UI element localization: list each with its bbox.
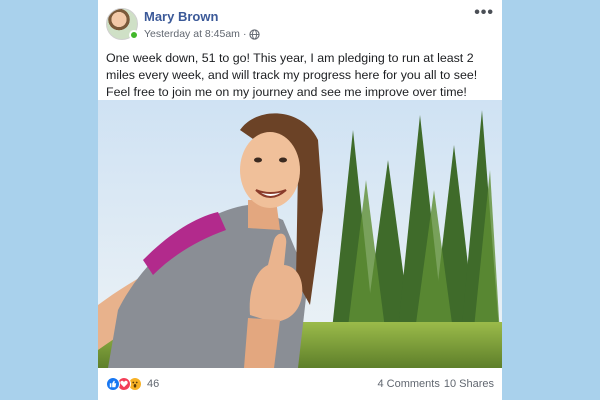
reaction-count[interactable]: 46 bbox=[147, 378, 159, 390]
author-name[interactable]: Mary Brown bbox=[144, 9, 218, 24]
reactions-summary[interactable]: 46 bbox=[106, 377, 159, 391]
meta-separator: · bbox=[242, 28, 247, 40]
post-footer: 46 4 Comments 10 Shares bbox=[98, 368, 502, 400]
post-card: Mary Brown Yesterday at 8:45am · ••• One… bbox=[98, 0, 502, 400]
shares-link[interactable]: 10 Shares bbox=[444, 378, 494, 390]
like-icon bbox=[106, 377, 120, 391]
globe-icon[interactable] bbox=[249, 28, 261, 40]
post-header: Mary Brown Yesterday at 8:45am · ••• bbox=[98, 0, 502, 46]
online-status-icon bbox=[129, 30, 139, 40]
comments-link[interactable]: 4 Comments bbox=[377, 378, 439, 390]
post-text: One week down, 51 to go! This year, I am… bbox=[106, 51, 478, 99]
photo-illustration bbox=[98, 100, 502, 368]
post-meta: Yesterday at 8:45am · bbox=[144, 28, 261, 40]
engagement-counts: 4 Comments 10 Shares bbox=[377, 378, 494, 390]
more-options-icon[interactable]: ••• bbox=[474, 4, 494, 22]
post-photo[interactable] bbox=[98, 100, 502, 368]
post-timestamp[interactable]: Yesterday at 8:45am bbox=[144, 28, 240, 40]
